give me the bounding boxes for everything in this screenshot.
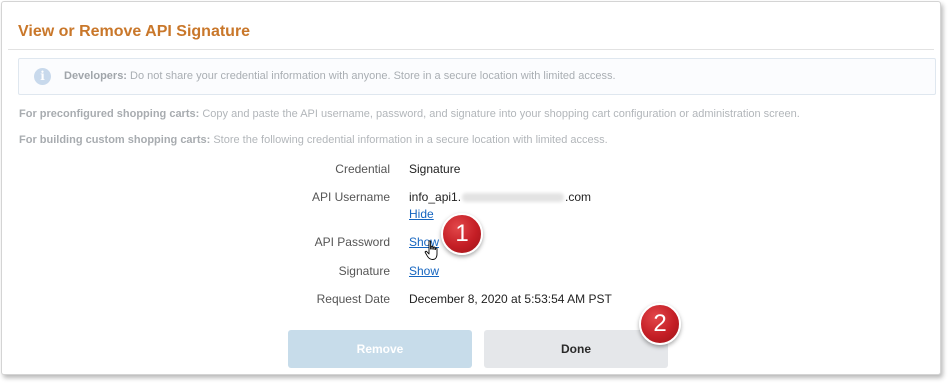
preconfigured-body: Copy and paste the API username, passwor… <box>199 108 800 120</box>
show-signature-link[interactable]: Show <box>409 264 439 278</box>
api-username-value: info_api1. .com <box>409 190 591 204</box>
custom-carts-text: For building custom shopping carts: Stor… <box>19 134 608 146</box>
title-divider <box>8 49 934 50</box>
request-date-label: Request Date <box>316 292 390 306</box>
credential-value: Signature <box>409 162 461 176</box>
done-button[interactable]: Done <box>484 330 668 368</box>
custom-body: Store the following credential informati… <box>210 134 608 146</box>
dialog-title: View or Remove API Signature <box>18 23 251 40</box>
dialog-frame: View or Remove API Signature i Developer… <box>1 1 941 375</box>
redacted-blur <box>462 193 565 203</box>
signature-label: Signature <box>338 264 390 278</box>
notice-body: Do not share your credential information… <box>126 70 616 82</box>
annotation-badge-2: 2 <box>639 303 681 345</box>
hide-username-link[interactable]: Hide <box>409 207 434 221</box>
remove-button[interactable]: Remove <box>288 330 472 368</box>
username-prefix: info_api1. <box>409 190 462 204</box>
custom-label: For building custom shopping carts: <box>19 134 211 146</box>
hand-cursor-icon <box>424 240 438 260</box>
annotation-badge-1: 1 <box>441 213 483 255</box>
credential-label: Credential <box>335 162 390 176</box>
api-username-label: API Username <box>311 190 390 204</box>
notice-label: Developers: <box>64 70 127 82</box>
preconfigured-label: For preconfigured shopping carts: <box>19 108 200 120</box>
request-date-value: December 8, 2020 at 5:53:54 AM PST <box>409 292 612 306</box>
preconfigured-carts-text: For preconfigured shopping carts: Copy a… <box>19 108 800 120</box>
api-password-label: API Password <box>314 235 390 249</box>
username-suffix: .com <box>565 190 592 204</box>
developer-notice: i Developers: Do not share your credenti… <box>18 58 936 95</box>
info-icon: i <box>34 68 51 85</box>
notice-text: Developers: Do not share your credential… <box>64 70 616 82</box>
